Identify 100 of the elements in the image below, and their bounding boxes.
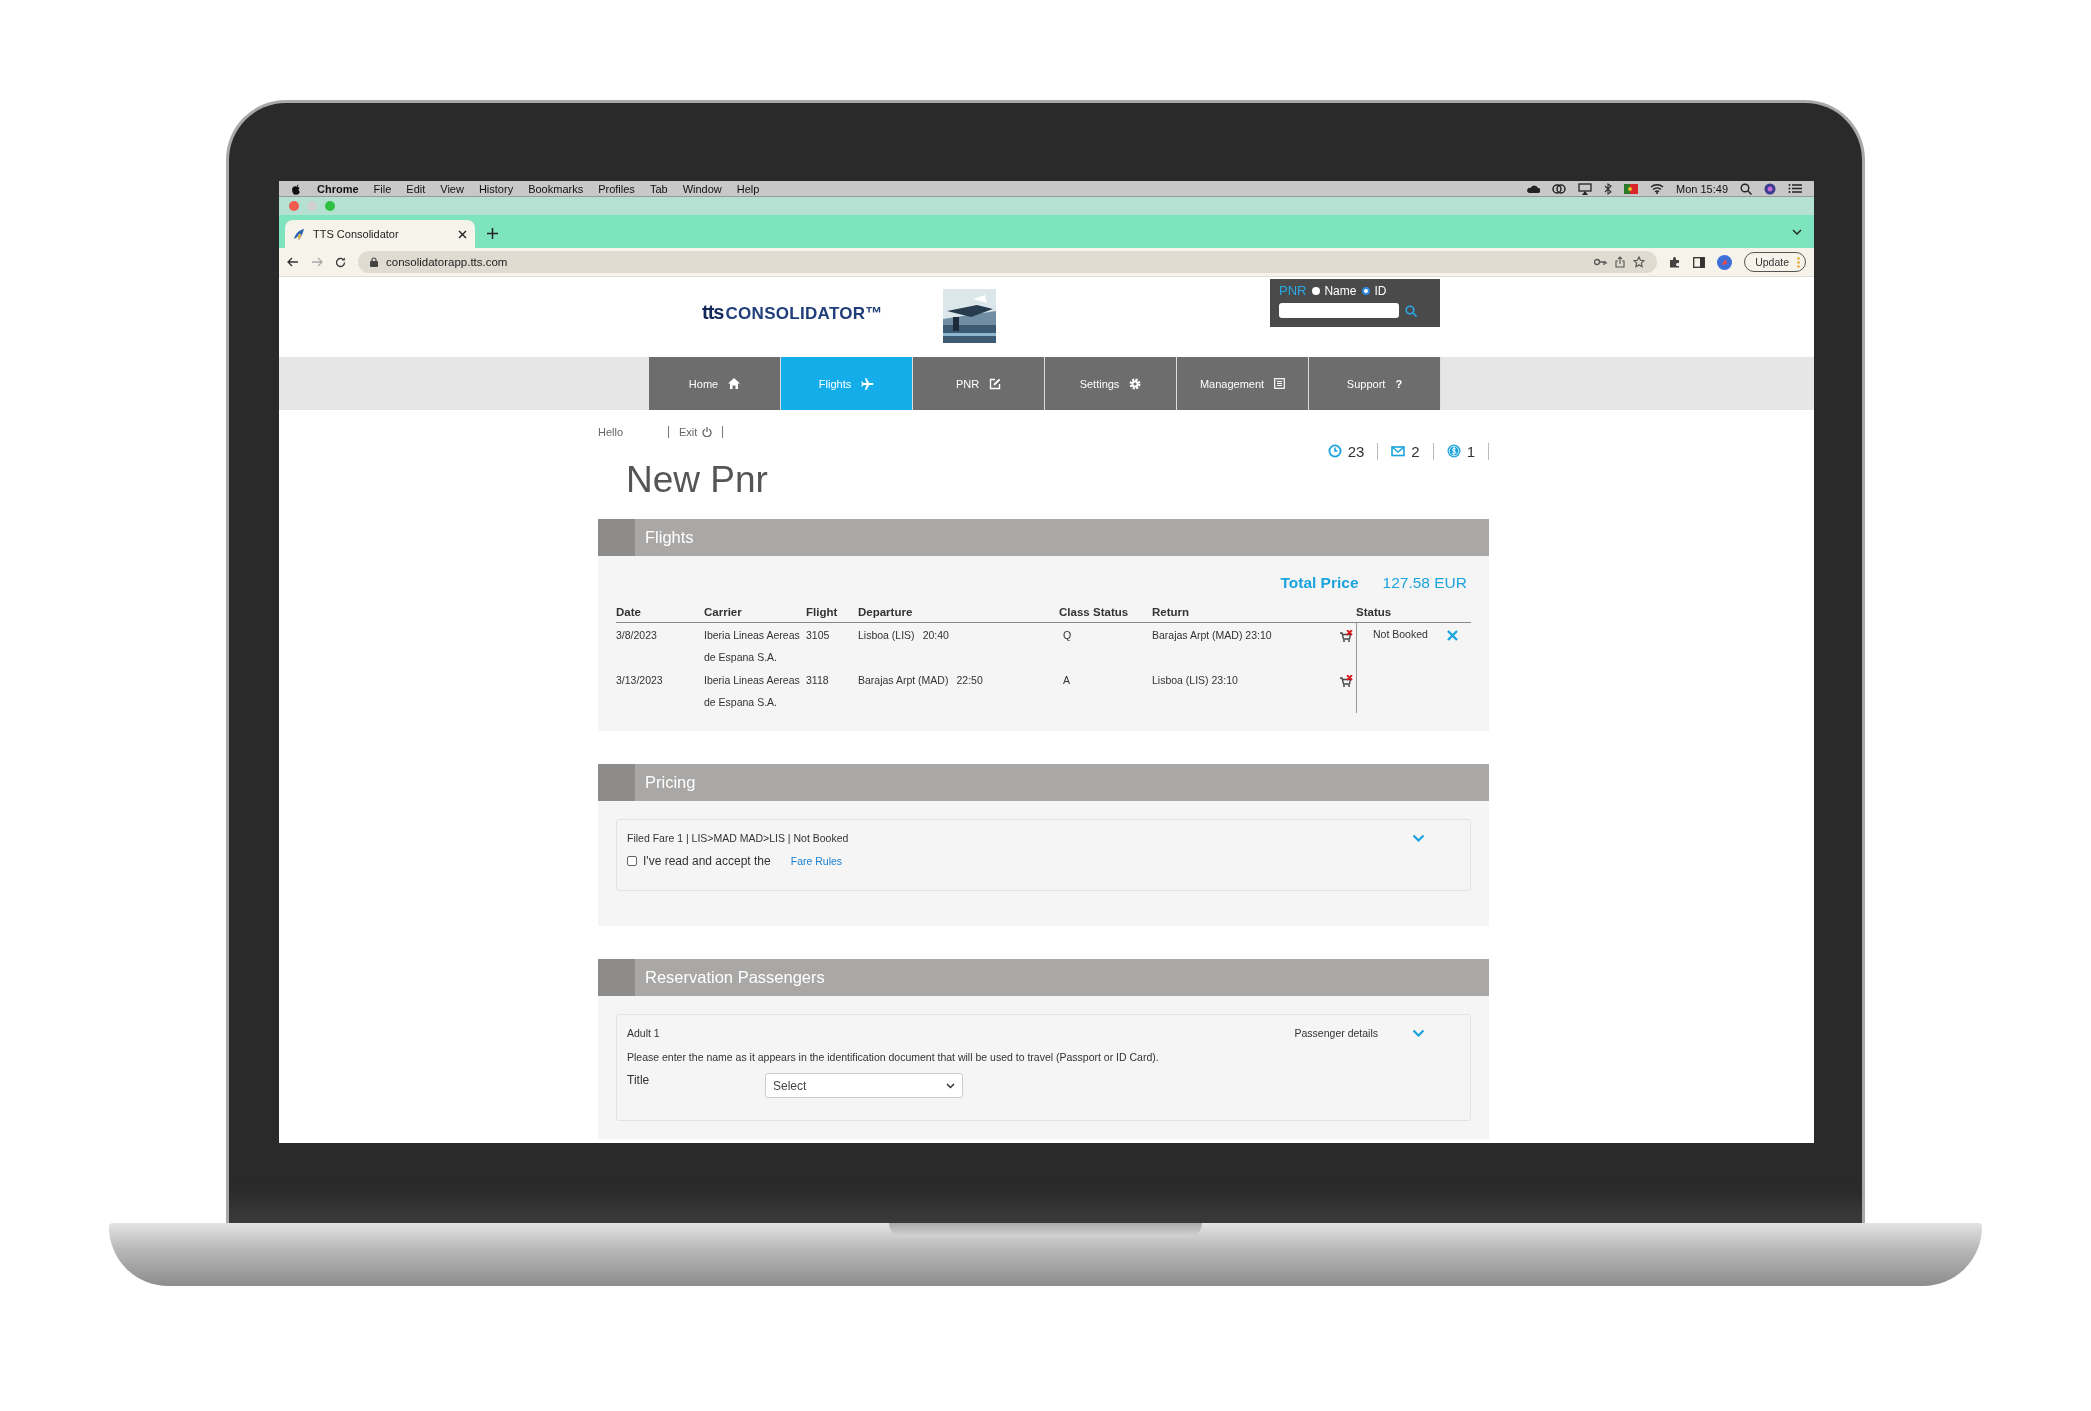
table-cell-text: 3/8/2023 [616, 628, 658, 643]
table-cell-text: 3105 [806, 628, 831, 643]
instruction-text: Please enter the name as it appears in the identification document that will be used to travel (Passport or ID Card). [627, 1051, 1160, 1063]
clock: Mon 15:49 [1676, 182, 1728, 195]
fare-rules-link[interactable]: Fare Rules [790, 855, 843, 867]
nav-tab[interactable]: Settings [1045, 357, 1177, 410]
details-label: Passenger details [1294, 1027, 1378, 1039]
close-icon[interactable] [458, 229, 467, 239]
column-header: Date [616, 601, 704, 623]
column-header: Flight [806, 601, 858, 623]
menu-item[interactable]: Edit [406, 182, 426, 195]
dollar-coin-icon[interactable] [1446, 444, 1461, 458]
table-cell-text: 20:40 [922, 628, 949, 643]
puzzle-icon[interactable] [1669, 256, 1682, 268]
lock-icon [370, 257, 378, 267]
edit-icon [989, 377, 1002, 390]
menu-item[interactable]: Window [682, 182, 722, 195]
table-cell-text: 3/13/2023 [616, 673, 664, 688]
table-cell-text: Barajas Arpt (MAD) 23:10 [1152, 628, 1273, 643]
menu-item[interactable]: Tab [649, 182, 668, 195]
feather-icon [293, 228, 305, 240]
nav-tab[interactable]: Home [649, 357, 781, 410]
exit-link[interactable]: Exit [679, 426, 713, 438]
orb-icon[interactable] [1764, 182, 1776, 195]
browser-tab[interactable]: TTS Consolidator [285, 220, 475, 248]
menu-item[interactable]: File [373, 182, 392, 195]
address-bar[interactable]: consolidatorapp.tts.com [358, 251, 1658, 273]
table-cell-text: Q [1062, 628, 1073, 643]
plane-icon [861, 377, 875, 390]
nav-tab[interactable]: Management [1177, 357, 1309, 410]
rings-icon[interactable] [1552, 182, 1566, 195]
update-button[interactable]: Update [1744, 252, 1806, 272]
flag-icon[interactable] [1624, 183, 1638, 194]
section-title: Pricing [645, 773, 696, 792]
sidebar-icon[interactable] [1693, 256, 1706, 268]
greeting: Hello [598, 426, 625, 438]
fare-summary: Filed Fare 1 | LIS>MAD MAD>LIS | Not Booked [627, 832, 850, 844]
envelope-icon[interactable] [1391, 444, 1406, 458]
page-title: New Pnr [626, 459, 768, 501]
counter-value: 2 [1411, 442, 1420, 460]
column-header: Status [1093, 601, 1152, 623]
nav-tab[interactable]: PNR [913, 357, 1045, 410]
column-header: Class [1059, 601, 1093, 623]
menu-item[interactable]: Help [736, 182, 760, 195]
plus-icon[interactable] [487, 227, 498, 239]
table-cell-text: Lisboa (LIS) [858, 628, 915, 643]
menu-item[interactable]: History [478, 182, 514, 195]
wifi-icon[interactable] [1650, 183, 1664, 194]
back-icon[interactable] [287, 257, 299, 267]
column-header: Status [1356, 601, 1447, 623]
logo: ttsCONSOLIDATOR™ [702, 301, 883, 324]
share-icon[interactable] [1615, 256, 1626, 268]
table-cell-text: 22:50 [956, 673, 983, 688]
chevron-down-icon[interactable] [1792, 228, 1802, 235]
total-price: 127.58 EUR [1382, 574, 1467, 593]
checkbox-label: I've read and accept the [643, 854, 771, 868]
header-accent [598, 764, 635, 801]
section-title: Flights [645, 528, 694, 547]
booking-status: Not Booked [1356, 623, 1447, 713]
counter-value: 23 [1347, 442, 1365, 460]
cloud-icon[interactable] [1526, 183, 1540, 194]
list-icon[interactable] [1788, 183, 1802, 194]
menu-item[interactable]: Chrome [317, 182, 359, 195]
nav-tab[interactable]: Support ? [1309, 357, 1441, 410]
search-field[interactable] [1279, 303, 1399, 318]
table-cell-text: A [1062, 673, 1071, 688]
bluetooth-icon[interactable] [1604, 182, 1612, 195]
cart-delete-icon[interactable] [1339, 675, 1353, 687]
column-header: Carrier [704, 601, 806, 623]
apple-icon[interactable] [291, 182, 302, 195]
display-icon[interactable] [1578, 182, 1592, 195]
table-cell-text: Iberia Lineas Aereas de Espana S.A. [704, 628, 801, 665]
column-header: Departure [858, 601, 1059, 623]
total-price-label: Total Price [1280, 574, 1359, 593]
menu-item[interactable]: Bookmarks [528, 182, 584, 195]
header-accent [598, 959, 635, 996]
home-icon [728, 378, 741, 389]
reload-icon[interactable] [335, 256, 346, 268]
table-cell-text: Iberia Lineas Aereas de Espana S.A. [704, 673, 801, 710]
caret-icon [946, 1082, 955, 1089]
menu-item[interactable]: Profiles [598, 182, 635, 195]
avatar-icon[interactable] [1717, 254, 1733, 270]
passenger-label: Adult 1 [627, 1027, 661, 1039]
key-icon[interactable] [1594, 258, 1608, 266]
url-text: consolidatorapp.tts.com [386, 256, 509, 268]
list-box-icon [1274, 378, 1286, 389]
radio-option[interactable]: ID [1362, 283, 1387, 298]
star-icon[interactable] [1633, 256, 1646, 268]
menu-item[interactable]: View [440, 182, 464, 195]
cart-delete-icon[interactable] [1339, 630, 1353, 642]
clock-icon[interactable] [1327, 444, 1342, 458]
radio-option[interactable]: Name [1312, 283, 1357, 298]
select-field[interactable]: Select [765, 1073, 963, 1098]
search-icon[interactable] [1740, 182, 1752, 195]
power-icon [702, 427, 713, 437]
tab-title: TTS Consolidator [313, 228, 400, 240]
more-icon [1797, 256, 1800, 268]
checkbox[interactable] [627, 856, 637, 866]
table-cell-text: Lisboa (LIS) 23:10 [1152, 673, 1239, 688]
gear-icon [1129, 377, 1142, 390]
